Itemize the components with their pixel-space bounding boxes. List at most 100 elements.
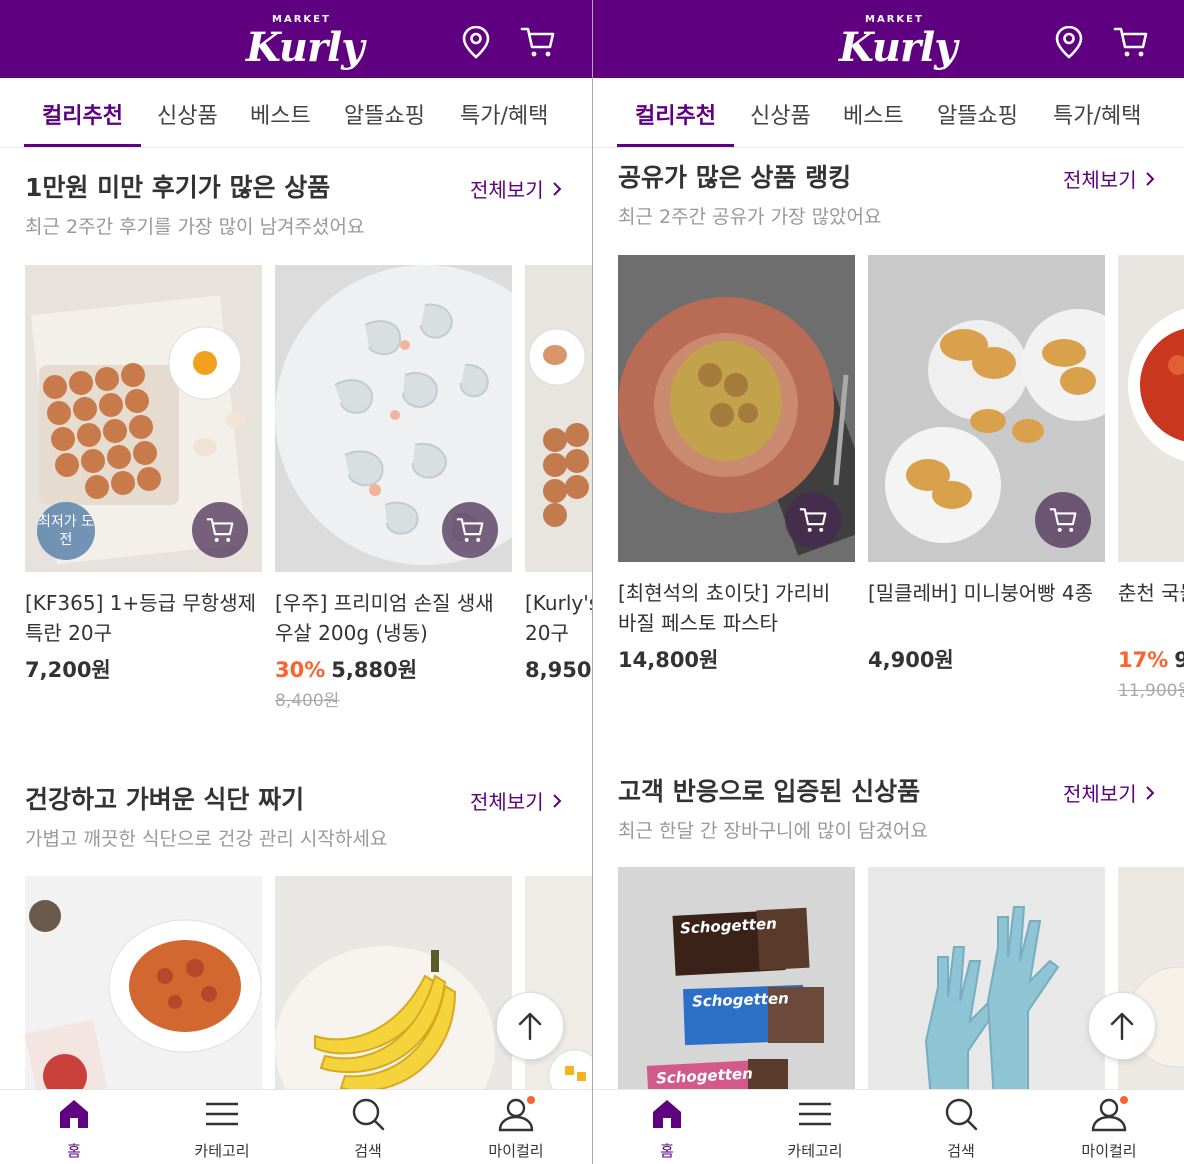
nav-label: 카테고리	[787, 1142, 843, 1160]
product-card[interactable]	[25, 876, 262, 1089]
section-title: 1만원 미만 후기가 많은 상품	[25, 173, 331, 202]
product-card[interactable]: 최저가 도전 [KF365] 1+등급 무항생제 특란 20구 7,200원	[25, 265, 262, 684]
tab-special-offers[interactable]: 특가/혜택	[460, 98, 548, 130]
product-name[interactable]: [밀클레버] 미니붕어빵 4종	[868, 578, 1105, 638]
section-subtitle: 최근 2주간 공유가 가장 많았어요	[618, 206, 882, 228]
product-name[interactable]: [Kurly's] 동물복지 유정란 20구	[525, 588, 592, 648]
tab-new-products[interactable]: 신상품	[750, 98, 811, 130]
product-card[interactable]: [Kurly's] 동물복지 유정란 20구 8,950원	[525, 265, 592, 684]
nav-home[interactable]: 홈	[14, 1090, 134, 1164]
see-all-link[interactable]: 전체보기	[1063, 778, 1155, 807]
nav-label: 검색	[947, 1142, 975, 1160]
product-card[interactable]: 춘천 국물닭갈비 17% 9,900원 11,900원	[1118, 255, 1184, 701]
nav-my-kurly[interactable]: 마이컬리	[456, 1090, 576, 1164]
product-image-eggs-2[interactable]	[525, 265, 592, 572]
product-card[interactable]	[275, 876, 512, 1089]
product-card[interactable]	[868, 867, 1105, 1089]
nav-my-kurly[interactable]: 마이컬리	[1049, 1090, 1169, 1164]
cart-icon	[799, 508, 827, 532]
add-to-cart-button[interactable]	[785, 492, 841, 548]
category-tabs: 컬리추천 신상품 베스트 알뜰쇼핑 특가/혜택	[593, 78, 1184, 148]
tab-thrifty-shopping[interactable]: 알뜰쇼핑	[344, 98, 425, 130]
nav-label: 검색	[354, 1142, 382, 1160]
tab-new-products[interactable]: 신상품	[157, 98, 218, 130]
tab-best[interactable]: 베스트	[250, 98, 311, 130]
price-value: 9,900원	[1174, 648, 1184, 672]
tab-thrifty-shopping[interactable]: 알뜰쇼핑	[937, 98, 1018, 130]
product-card[interactable]: [밀클레버] 미니붕어빵 4종 4,900원	[868, 255, 1105, 674]
cart-icon	[456, 518, 484, 542]
product-price: 14,800원	[618, 644, 855, 674]
price-value: 7,200원	[25, 658, 111, 682]
product-card[interactable]: [우주] 프리미엄 손질 생새우살 200g (냉동) 30% 5,880원 8,…	[275, 265, 512, 711]
tab-best[interactable]: 베스트	[843, 98, 904, 130]
original-price: 11,900원	[1118, 681, 1184, 701]
product-price: 30% 5,880원	[275, 654, 512, 684]
price-value: 8,950원	[525, 658, 592, 682]
see-all-label: 전체보기	[470, 790, 544, 814]
screen-right: MARKET Kurly 컬리추천 신상품 베스트 알뜰쇼핑 특가/혜택 공유가…	[593, 0, 1184, 1164]
product-name[interactable]: 춘천 국물닭갈비	[1118, 578, 1184, 638]
logo-kurly-text: Kurly	[246, 24, 364, 71]
scroll-to-top-button[interactable]	[496, 992, 564, 1060]
lowest-price-badge: 최저가 도전	[37, 502, 95, 560]
product-card[interactable]: [최현석의 쵸이닷] 가리비 바질 페스토 파스타 14,800원	[618, 255, 855, 674]
product-image-bananas[interactable]	[275, 876, 512, 1089]
tab-special-offers[interactable]: 특가/혜택	[1053, 98, 1141, 130]
category-tabs: 컬리추천 신상품 베스트 알뜰쇼핑 특가/혜택	[0, 78, 592, 148]
search-icon	[945, 1098, 978, 1131]
nav-search[interactable]: 검색	[901, 1090, 1021, 1164]
product-image-gloves[interactable]	[868, 867, 1105, 1089]
product-price: 7,200원	[25, 654, 262, 684]
nav-category[interactable]: 카테고리	[162, 1090, 282, 1164]
product-image-eggs[interactable]: 최저가 도전	[25, 265, 262, 572]
tab-kurly-recommend[interactable]: 컬리추천	[42, 98, 123, 130]
product-name[interactable]: [KF365] 1+등급 무항생제 특란 20구	[25, 588, 262, 648]
top-bar: MARKET Kurly	[593, 0, 1184, 78]
add-to-cart-button[interactable]	[442, 502, 498, 558]
original-price: 8,400원	[275, 691, 340, 711]
screen-left: MARKET Kurly 컬리추천 신상품 베스트 알뜰쇼핑 특가/혜택 1만원…	[0, 0, 592, 1164]
location-icon[interactable]	[456, 22, 496, 62]
see-all-link[interactable]: 전체보기	[470, 174, 562, 203]
product-image-stew[interactable]	[1118, 255, 1184, 562]
nav-label: 마이컬리	[488, 1142, 544, 1160]
product-image-pesto-pasta[interactable]	[618, 255, 855, 562]
add-to-cart-button[interactable]	[192, 502, 248, 558]
see-all-label: 전체보기	[470, 178, 544, 202]
product-name[interactable]: [최현석의 쵸이닷] 가리비 바질 페스토 파스타	[618, 578, 855, 638]
product-image-pasta[interactable]	[25, 876, 262, 1089]
arrow-up-icon	[518, 1012, 542, 1041]
cart-icon	[206, 518, 234, 542]
kurly-logo[interactable]: MARKET Kurly	[246, 12, 364, 72]
product-image-shrimp[interactable]	[275, 265, 512, 572]
see-all-link[interactable]: 전체보기	[1063, 164, 1155, 193]
add-to-cart-button[interactable]	[1035, 492, 1091, 548]
cart-icon[interactable]	[518, 22, 558, 62]
kurly-logo[interactable]: MARKET Kurly	[839, 12, 957, 72]
location-icon[interactable]	[1049, 22, 1089, 62]
section-title: 고객 반응으로 입증된 신상품	[618, 777, 921, 806]
cart-icon	[1049, 508, 1077, 532]
see-all-link[interactable]: 전체보기	[470, 786, 562, 815]
product-image-chocolate[interactable]: Schogetten Schogetten Schogetten	[618, 867, 855, 1089]
search-icon	[352, 1098, 385, 1131]
see-all-label: 전체보기	[1063, 782, 1137, 806]
discount-rate: 30%	[275, 658, 326, 682]
active-tab-indicator	[617, 144, 734, 147]
section-subtitle: 가볍고 깨끗한 식단으로 건강 관리 시작하세요	[25, 828, 388, 850]
nav-home[interactable]: 홈	[607, 1090, 727, 1164]
menu-icon	[799, 1102, 831, 1126]
tab-kurly-recommend[interactable]: 컬리추천	[635, 98, 716, 130]
nav-category[interactable]: 카테고리	[755, 1090, 875, 1164]
product-image-fish-bread[interactable]	[868, 255, 1105, 562]
nav-search[interactable]: 검색	[308, 1090, 428, 1164]
product-name[interactable]: [우주] 프리미엄 손질 생새우살 200g (냉동)	[275, 588, 512, 648]
cart-icon[interactable]	[1111, 22, 1151, 62]
main-content: 공유가 많은 상품 랭킹 전체보기 최근 2주간 공유가 가장 많았어요 [최현…	[593, 148, 1184, 1089]
scroll-to-top-button[interactable]	[1088, 992, 1156, 1060]
nav-label: 홈	[67, 1142, 81, 1160]
chevron-right-icon	[1145, 171, 1155, 186]
product-card[interactable]: Schogetten Schogetten Schogetten	[618, 867, 855, 1089]
price-value: 4,900원	[868, 648, 954, 672]
